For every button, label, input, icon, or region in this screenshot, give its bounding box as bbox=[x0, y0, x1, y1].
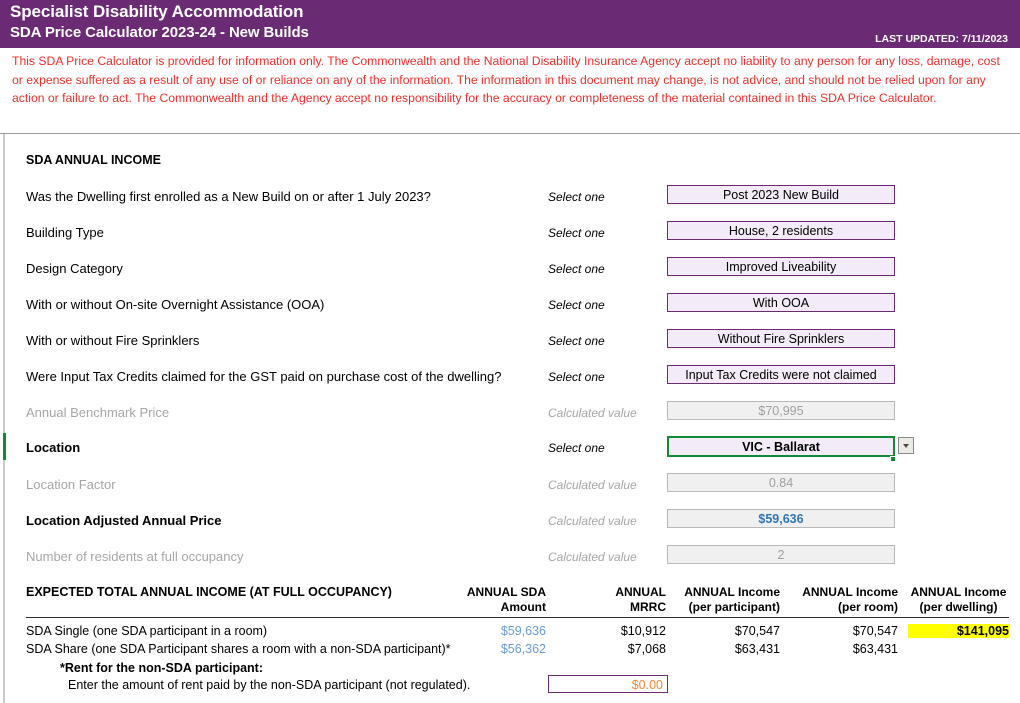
column-header-line2: Amount bbox=[500, 600, 546, 614]
left-gutter-line bbox=[3, 134, 5, 703]
column-header-annual-income-per-dwelling: ANNUAL Income (per dwelling) bbox=[908, 585, 1009, 615]
table-cell-sda-share-amount: $56,362 bbox=[500, 642, 546, 656]
page-subtitle: SDA Price Calculator 2023-24 - New Build… bbox=[10, 24, 309, 41]
column-header-line1: ANNUAL bbox=[615, 585, 666, 599]
table-cell-sda-single-per-room: $70,547 bbox=[852, 624, 898, 638]
section-heading-sda-annual-income: SDA ANNUAL INCOME bbox=[26, 153, 161, 167]
form-hint-new-build-enrolment: Select one bbox=[548, 190, 605, 204]
column-header-annual-income-per-room: ANNUAL Income (per room) bbox=[788, 585, 898, 615]
table-cell-sda-share-per-room: $63,431 bbox=[852, 642, 898, 656]
table-row-label-sda-single: SDA Single (one SDA participant in a roo… bbox=[26, 624, 268, 638]
table-cell-sda-single-amount: $59,636 bbox=[500, 624, 546, 638]
select-design-category[interactable]: Improved Liveability bbox=[667, 257, 895, 276]
table-cell-sda-single-per-participant: $70,547 bbox=[734, 624, 780, 638]
results-table-title: EXPECTED TOTAL ANNUAL INCOME (AT FULL OC… bbox=[26, 585, 392, 599]
select-building-type[interactable]: House, 2 residents bbox=[667, 221, 895, 240]
fill-handle-icon[interactable] bbox=[890, 456, 896, 462]
form-label-location-adjusted-annual-price: Location Adjusted Annual Price bbox=[26, 513, 222, 528]
select-location[interactable]: VIC - Ballarat bbox=[667, 436, 895, 457]
table-cell-sda-share-mrrc: $7,068 bbox=[627, 642, 666, 656]
form-hint-location-adjusted-annual-price: Calculated value bbox=[548, 514, 637, 528]
column-header-line1: ANNUAL Income bbox=[684, 585, 780, 599]
form-hint-design-category: Select one bbox=[548, 262, 605, 276]
value-annual-benchmark-price: $70,995 bbox=[667, 401, 895, 420]
column-header-annual-mrrc: ANNUAL MRRC bbox=[566, 585, 666, 615]
form-hint-location-factor: Calculated value bbox=[548, 478, 637, 492]
form-hint-fire-sprinklers: Select one bbox=[548, 334, 605, 348]
rent-amount-input[interactable]: $0.00 bbox=[548, 675, 668, 693]
form-hint-annual-benchmark-price: Calculated value bbox=[548, 406, 637, 420]
form-hint-location: Select one bbox=[548, 441, 605, 455]
form-hint-number-of-residents: Calculated value bbox=[548, 550, 637, 564]
value-number-of-residents: 2 bbox=[667, 545, 895, 564]
value-location-factor: 0.84 bbox=[667, 473, 895, 492]
select-new-build-enrolment[interactable]: Post 2023 New Build bbox=[667, 185, 895, 204]
results-table-divider bbox=[26, 617, 1009, 618]
form-label-annual-benchmark-price: Annual Benchmark Price bbox=[26, 405, 170, 420]
disclaimer-text: This SDA Price Calculator is provided fo… bbox=[12, 54, 1000, 105]
column-header-annual-sda-amount: ANNUAL SDA Amount bbox=[436, 585, 546, 615]
rent-note-heading: *Rent for the non-SDA participant: bbox=[60, 661, 264, 675]
table-row-label-sda-share: SDA Share (one SDA Participant shares a … bbox=[26, 642, 451, 656]
form-label-building-type: Building Type bbox=[26, 225, 104, 240]
form-hint-onsite-overnight-assistance: Select one bbox=[548, 298, 605, 312]
row-selection-indicator bbox=[3, 433, 6, 460]
form-label-design-category: Design Category bbox=[26, 261, 123, 276]
select-onsite-overnight-assistance[interactable]: With OOA bbox=[667, 293, 895, 312]
column-header-line2: (per room) bbox=[838, 600, 898, 614]
column-header-line2: (per dwelling) bbox=[919, 600, 998, 614]
form-label-new-build-enrolment: Was the Dwelling first enrolled as a New… bbox=[26, 189, 431, 204]
form-label-number-of-residents: Number of residents at full occupancy bbox=[26, 549, 244, 564]
app-header-banner: Specialist Disability Accommodation SDA … bbox=[0, 0, 1020, 48]
chevron-down-glyph bbox=[903, 444, 909, 448]
table-cell-sda-share-per-participant: $63,431 bbox=[734, 642, 780, 656]
header-divider bbox=[0, 133, 1020, 134]
form-label-input-tax-credits: Were Input Tax Credits claimed for the G… bbox=[26, 369, 502, 384]
column-header-line2: MRRC bbox=[630, 600, 666, 614]
form-hint-input-tax-credits: Select one bbox=[548, 370, 605, 384]
form-label-location: Location bbox=[26, 440, 81, 455]
column-header-line1: ANNUAL Income bbox=[802, 585, 898, 599]
page-title: Specialist Disability Accommodation bbox=[10, 2, 304, 21]
column-header-annual-income-per-participant: ANNUAL Income (per participant) bbox=[664, 585, 780, 615]
form-label-location-factor: Location Factor bbox=[26, 477, 116, 492]
last-updated-label: LAST UPDATED: 7/11/2023 bbox=[875, 33, 1008, 45]
form-label-onsite-overnight-assistance: With or without On-site Overnight Assist… bbox=[26, 297, 325, 312]
rent-note-instruction: Enter the amount of rent paid by the non… bbox=[68, 678, 471, 692]
column-header-line2: (per participant) bbox=[688, 600, 780, 614]
table-cell-sda-single-per-dwelling: $141,095 bbox=[908, 624, 1009, 638]
form-label-fire-sprinklers: With or without Fire Sprinklers bbox=[26, 333, 200, 348]
select-fire-sprinklers[interactable]: Without Fire Sprinklers bbox=[667, 329, 895, 348]
column-header-line1: ANNUAL Income bbox=[910, 585, 1007, 599]
value-location-adjusted-annual-price: $59,636 bbox=[667, 509, 895, 528]
table-cell-sda-single-mrrc: $10,912 bbox=[620, 624, 666, 638]
column-header-line1: ANNUAL SDA bbox=[466, 585, 546, 599]
select-input-tax-credits[interactable]: Input Tax Credits were not claimed bbox=[667, 365, 895, 384]
chevron-down-icon[interactable] bbox=[898, 437, 914, 454]
form-hint-building-type: Select one bbox=[548, 226, 605, 240]
